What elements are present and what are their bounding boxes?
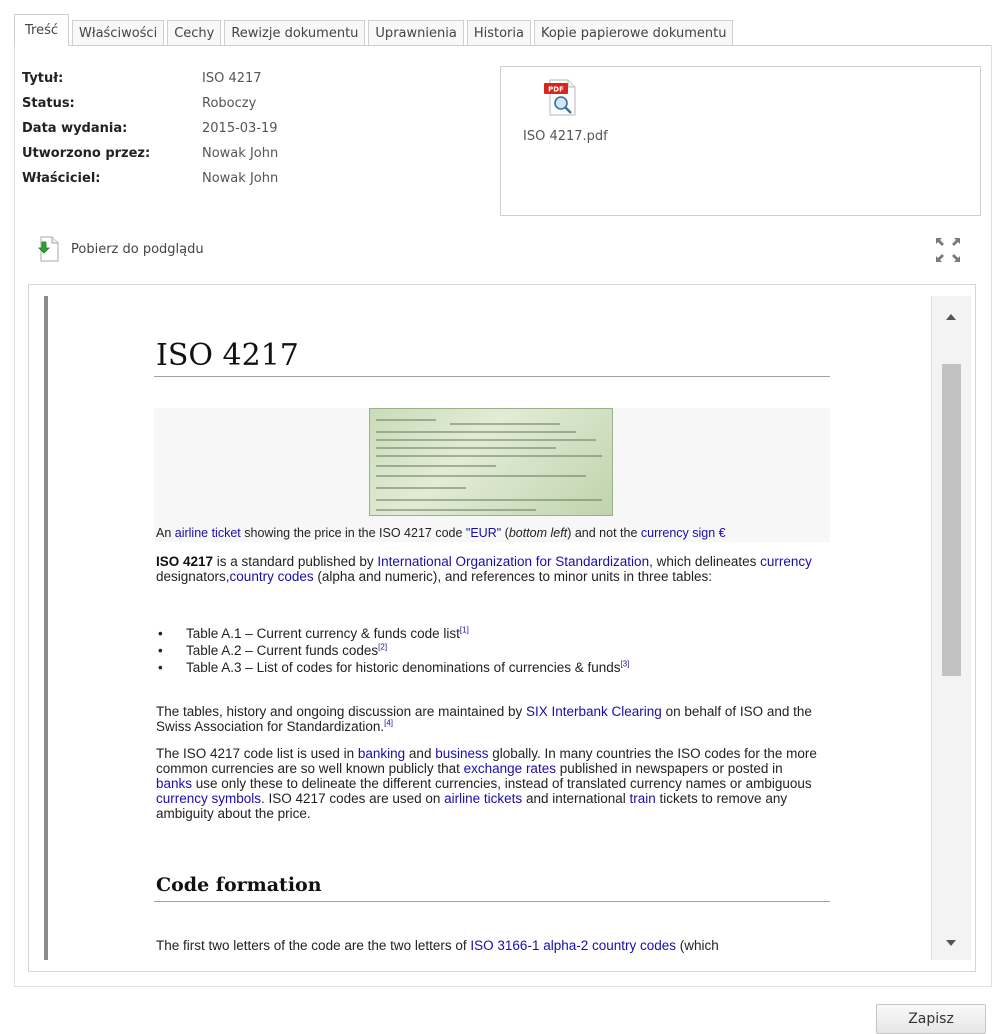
link-currency-symbols[interactable]: currency symbols xyxy=(156,791,261,806)
download-document-icon xyxy=(38,236,59,262)
meta-label: Status: xyxy=(22,96,75,111)
text: The ISO 4217 code list is used in xyxy=(156,746,358,761)
meta-row-title: Tytuł: ISO 4217 xyxy=(22,66,278,91)
pdf-file-icon[interactable]: PDF xyxy=(544,77,578,117)
meta-row-issue-date: Data wydania: 2015-03-19 xyxy=(22,116,278,141)
meta-row-owner: Właściciel: Nowak John xyxy=(22,166,278,191)
reference-link[interactable]: [4] xyxy=(384,719,393,728)
caption-text: ) and not the xyxy=(567,526,641,540)
text: (alpha and numeric), and references to m… xyxy=(313,569,713,584)
tab-kopie-papierowe[interactable]: Kopie papierowe dokumentu xyxy=(533,20,734,46)
text: Current currency & funds code list xyxy=(252,626,460,641)
reference-link[interactable]: [3] xyxy=(621,660,630,669)
scrollbar-thumb[interactable] xyxy=(942,364,961,676)
link-iso-organization[interactable]: International Organization for Standardi… xyxy=(377,554,649,569)
text: , which delineates xyxy=(649,554,761,569)
link-six-interbank[interactable]: SIX Interbank Clearing xyxy=(526,704,662,719)
meta-row-status: Status: Roboczy xyxy=(22,91,278,116)
link-airline-tickets[interactable]: airline tickets xyxy=(444,791,522,806)
link-banking[interactable]: banking xyxy=(358,746,405,761)
link-iso-3166[interactable]: ISO 3166-1 alpha-2 country codes xyxy=(470,938,676,953)
text: (which xyxy=(676,938,719,953)
download-preview-link[interactable]: Pobierz do podglądu xyxy=(37,236,204,262)
title-underline xyxy=(154,376,830,377)
meta-value: 2015-03-19 xyxy=(202,121,278,136)
tab-historia[interactable]: Historia xyxy=(466,20,531,46)
text: Current funds codes xyxy=(252,643,379,658)
list-item: Table A.3 – List of codes for historic d… xyxy=(156,660,629,677)
caption-text: ( xyxy=(501,526,509,540)
link-banks[interactable]: banks xyxy=(156,776,192,791)
scroll-up-arrow-icon[interactable] xyxy=(946,314,956,320)
text: Table A.1 – xyxy=(186,626,253,641)
meta-label: Właściciel: xyxy=(22,171,101,186)
figure-box: An airline ticket showing the price in t… xyxy=(154,408,830,542)
text: Table A.3 – xyxy=(186,660,253,675)
paragraph-maintenance: The tables, history and ongoing discussi… xyxy=(156,704,820,734)
link-currency-sign[interactable]: currency sign € xyxy=(641,526,726,540)
meta-value: ISO 4217 xyxy=(202,71,262,86)
bold-term: ISO 4217 xyxy=(156,554,214,569)
link-business[interactable]: business xyxy=(435,746,488,761)
download-preview-label: Pobierz do podglądu xyxy=(71,241,204,257)
text: and xyxy=(405,746,436,761)
caption-text: showing the price in the ISO 4217 code xyxy=(240,526,466,540)
figure-caption: An airline ticket showing the price in t… xyxy=(156,526,726,540)
scroll-down-arrow-icon[interactable] xyxy=(946,940,956,946)
link-exchange-rates[interactable]: exchange rates xyxy=(464,761,556,776)
paragraph-code-formation: The first two letters of the code are th… xyxy=(156,938,820,953)
meta-value: Nowak John xyxy=(202,171,279,186)
text: published in newspapers or posted in xyxy=(555,761,783,776)
text: The first two letters of the code are th… xyxy=(156,938,471,953)
meta-label: Data wydania: xyxy=(22,121,128,136)
document-title: ISO 4217 xyxy=(156,338,299,373)
tab-uprawnienia[interactable]: Uprawnienia xyxy=(368,20,464,46)
text: List of codes for historic denominations… xyxy=(252,660,621,675)
attachment-box: PDF ISO 4217.pdf xyxy=(500,66,981,216)
link-eur[interactable]: "EUR" xyxy=(466,526,501,540)
list-item: Table A.2 – Current funds codes[2] xyxy=(156,643,629,660)
preview-scrollbar[interactable] xyxy=(931,296,971,960)
meta-label: Tytuł: xyxy=(22,71,64,86)
tab-cechy[interactable]: Cechy xyxy=(167,20,222,46)
meta-value: Nowak John xyxy=(202,146,279,161)
meta-value: Roboczy xyxy=(202,96,257,111)
text: Table A.2 – xyxy=(186,643,253,658)
caption-text: An xyxy=(156,526,175,540)
text: and international xyxy=(522,791,630,806)
caption-italic: bottom left xyxy=(508,526,568,540)
text: is a standard published by xyxy=(213,554,378,569)
text: The tables, history and ongoing discussi… xyxy=(156,704,526,719)
text: . ISO 4217 codes are used on xyxy=(261,791,445,806)
meta-row-created-by: Utworzono przez: Nowak John xyxy=(22,141,278,166)
list-item: Table A.1 – Current currency & funds cod… xyxy=(156,626,629,643)
paragraph-intro: ISO 4217 is a standard published by Inte… xyxy=(156,554,820,584)
tab-bar: Treść Właściwości Cechy Rewizje dokument… xyxy=(14,14,736,46)
pdf-badge-text: PDF xyxy=(548,86,564,94)
meta-label: Utworzono przez: xyxy=(22,146,151,161)
tables-list: Table A.1 – Current currency & funds cod… xyxy=(156,626,629,677)
text: use only these to delineate the differen… xyxy=(192,776,812,791)
airline-ticket-image xyxy=(369,408,613,516)
text: designators, xyxy=(156,569,230,584)
attachment-filename[interactable]: ISO 4217.pdf xyxy=(523,129,608,144)
document-metadata: Tytuł: ISO 4217 Status: Roboczy Data wyd… xyxy=(22,66,278,191)
reference-link[interactable]: [1] xyxy=(460,626,469,635)
fullscreen-expand-icon[interactable] xyxy=(934,236,962,264)
paragraph-usage: The ISO 4217 code list is used in bankin… xyxy=(156,746,820,821)
reference-link[interactable]: [2] xyxy=(378,643,387,652)
tab-tresc[interactable]: Treść xyxy=(14,14,70,46)
save-button[interactable]: Zapisz xyxy=(876,1004,986,1034)
link-currency[interactable]: currency xyxy=(760,554,812,569)
document-preview-viewport[interactable]: ISO 4217 An airline ticket showing the p… xyxy=(44,296,937,960)
tab-wlasciwosci[interactable]: Właściwości xyxy=(72,20,165,46)
link-country-codes[interactable]: country codes xyxy=(230,569,314,584)
link-train[interactable]: train xyxy=(630,791,656,806)
section-underline xyxy=(154,901,830,902)
section-heading: Code formation xyxy=(156,874,322,896)
link-airline-ticket[interactable]: airline ticket xyxy=(175,526,241,540)
tab-rewizje-dokumentu[interactable]: Rewizje dokumentu xyxy=(224,20,366,46)
